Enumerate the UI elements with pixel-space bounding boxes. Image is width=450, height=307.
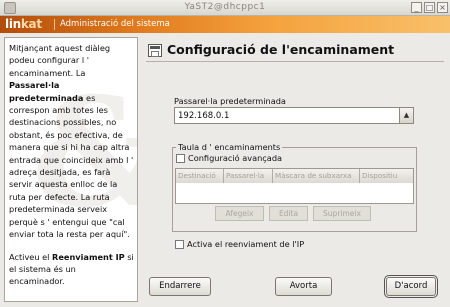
column-header-device[interactable]: Dispositiu	[360, 169, 413, 183]
column-header-gateway[interactable]: Passarel·la	[224, 169, 273, 183]
help-paragraph-1: Mitjançant aquest diàleg podeu configura…	[9, 43, 134, 240]
minimize-button[interactable]: _	[411, 2, 422, 13]
combo-arrow-icon[interactable]: ▲	[399, 108, 413, 123]
heading-divider	[146, 61, 444, 62]
banner-separator	[54, 19, 55, 30]
accept-button[interactable]: D'acord	[384, 275, 438, 298]
gateway-value[interactable]: 192.168.0.1	[178, 111, 229, 121]
window-titlebar[interactable]: YaST2@dhcppc1 _ □ ×	[0, 0, 450, 16]
back-button[interactable]: Endarrere	[149, 277, 211, 296]
advanced-config-checkbox[interactable]	[176, 154, 185, 163]
add-route-button[interactable]: Afegeix	[215, 206, 264, 221]
help-pane[interactable]: & Mitjançant aquest diàleg podeu configu…	[4, 37, 138, 302]
routing-table-title: Taula d ' encaminaments	[176, 142, 283, 152]
advanced-config-label[interactable]: Configuració avançada	[188, 153, 282, 163]
delete-route-button[interactable]: Suprimeix	[313, 206, 371, 221]
column-header-netmask[interactable]: Màscara de subxarxa	[273, 169, 360, 183]
abort-button[interactable]: Avorta	[275, 277, 332, 296]
network-card-icon	[148, 44, 162, 57]
column-header-destination[interactable]: Destinació	[176, 169, 224, 183]
linkat-logo: linkat	[5, 17, 42, 31]
edit-route-button[interactable]: Edita	[269, 206, 308, 221]
page-title: Configuració de l'encaminament	[167, 42, 395, 57]
banner-subtitle: Administració del sistema	[60, 19, 170, 29]
maximize-button[interactable]: □	[424, 2, 435, 13]
gateway-label: Passarel·la predeterminada	[174, 96, 286, 106]
ip-forwarding-checkbox[interactable]	[175, 240, 184, 249]
ip-forwarding-label[interactable]: Activa el reenviament de l'IP	[187, 239, 304, 249]
yast-banner: linkat Administració del sistema	[0, 16, 450, 33]
window-title: YaST2@dhcppc1	[184, 2, 266, 12]
routing-table[interactable]: Destinació Passarel·la Màscara de subxar…	[175, 168, 414, 204]
close-button[interactable]: ×	[437, 2, 448, 13]
help-paragraph-2: Activeu el Reenviament IP si el sistema …	[9, 251, 134, 287]
gateway-combobox[interactable]: 192.168.0.1 ▲	[174, 107, 414, 124]
